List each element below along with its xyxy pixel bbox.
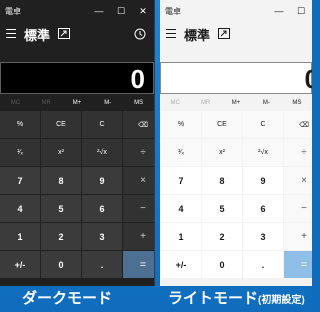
digit-8-key[interactable]: 8	[202, 167, 242, 194]
app-title: 電卓	[5, 7, 21, 16]
window-controls: — ☐ ✕	[88, 0, 154, 22]
title-bar: 電卓 — ☐	[160, 0, 312, 22]
decimal-key[interactable]: .	[82, 251, 122, 278]
negate-key[interactable]: +/-	[161, 251, 201, 278]
light-mode-label: ライトモード	[168, 290, 259, 307]
memory-row: MC MR M+ M- MS	[160, 96, 312, 110]
clear-entry-key[interactable]: CE	[41, 111, 81, 138]
memory-recall-button[interactable]: MR	[31, 96, 62, 110]
memory-clear-button[interactable]: MC	[160, 96, 190, 110]
square-root-key[interactable]: ²√x	[82, 139, 122, 166]
menu-icon[interactable]	[166, 29, 176, 38]
memory-recall-button[interactable]: MR	[190, 96, 220, 110]
display: 0	[0, 62, 154, 94]
digit-3-key[interactable]: 3	[243, 223, 283, 250]
digit-1-key[interactable]: 1	[0, 223, 40, 250]
square-root-key[interactable]: ²√x	[243, 139, 283, 166]
dark-mode-caption: ダークモード	[22, 287, 112, 311]
display-value: 0	[304, 64, 312, 94]
comparison-stage: 電卓 — ☐ ✕ 標準 0 MC MR M+ M- MS % CE C ⌫ ¹⁄…	[0, 0, 312, 312]
header: 標準	[160, 22, 312, 46]
window-controls: — ☐	[268, 0, 312, 22]
digit-7-key[interactable]: 7	[161, 167, 201, 194]
keypad: % CE C ⌫ ¹⁄ₓ x² ²√x ÷ 7 8 9 × 4 5 6 − 1 …	[161, 111, 312, 278]
calculator-light: 電卓 — ☐ 標準 0 MC MR M+ M- MS % CE C ⌫ ¹⁄ₓ	[160, 0, 312, 286]
square-key[interactable]: x²	[202, 139, 242, 166]
digit-9-key[interactable]: 9	[243, 167, 283, 194]
memory-store-button[interactable]: MS	[123, 96, 154, 110]
digit-3-key[interactable]: 3	[82, 223, 122, 250]
digit-4-key[interactable]: 4	[0, 195, 40, 222]
memory-store-button[interactable]: MS	[282, 96, 312, 110]
percent-key[interactable]: %	[161, 111, 201, 138]
equals-key[interactable]: =	[284, 251, 312, 278]
add-key[interactable]: +	[284, 223, 312, 250]
multiply-key[interactable]: ×	[284, 167, 312, 194]
backspace-key[interactable]: ⌫	[284, 111, 312, 138]
digit-6-key[interactable]: 6	[243, 195, 283, 222]
header: 標準	[0, 22, 154, 46]
backspace-key[interactable]: ⌫	[123, 111, 154, 138]
minimize-button[interactable]: —	[88, 0, 110, 22]
close-button[interactable]: ✕	[132, 0, 154, 22]
menu-icon[interactable]	[6, 29, 16, 38]
equals-key[interactable]: =	[123, 251, 154, 278]
minimize-button[interactable]: —	[268, 0, 290, 22]
digit-8-key[interactable]: 8	[41, 167, 81, 194]
decimal-key[interactable]: .	[243, 251, 283, 278]
square-key[interactable]: x²	[41, 139, 81, 166]
memory-subtract-button[interactable]: M-	[92, 96, 123, 110]
memory-subtract-button[interactable]: M-	[251, 96, 281, 110]
negate-key[interactable]: +/-	[0, 251, 40, 278]
divide-key[interactable]: ÷	[284, 139, 312, 166]
maximize-button[interactable]: ☐	[110, 0, 132, 22]
history-icon[interactable]	[134, 28, 146, 40]
mode-title: 標準	[184, 28, 211, 43]
memory-clear-button[interactable]: MC	[0, 96, 31, 110]
multiply-key[interactable]: ×	[123, 167, 154, 194]
app-title: 電卓	[165, 7, 181, 16]
reciprocal-key[interactable]: ¹⁄ₓ	[161, 139, 201, 166]
digit-9-key[interactable]: 9	[82, 167, 122, 194]
keep-on-top-icon[interactable]	[58, 28, 70, 39]
digit-5-key[interactable]: 5	[202, 195, 242, 222]
digit-6-key[interactable]: 6	[82, 195, 122, 222]
add-key[interactable]: +	[123, 223, 154, 250]
digit-5-key[interactable]: 5	[41, 195, 81, 222]
memory-add-button[interactable]: M+	[62, 96, 93, 110]
digit-2-key[interactable]: 2	[41, 223, 81, 250]
digit-0-key[interactable]: 0	[202, 251, 242, 278]
memory-add-button[interactable]: M+	[221, 96, 251, 110]
reciprocal-key[interactable]: ¹⁄ₓ	[0, 139, 40, 166]
digit-0-key[interactable]: 0	[41, 251, 81, 278]
digit-1-key[interactable]: 1	[161, 223, 201, 250]
subtract-key[interactable]: −	[284, 195, 312, 222]
keep-on-top-icon[interactable]	[218, 28, 230, 39]
digit-2-key[interactable]: 2	[202, 223, 242, 250]
percent-key[interactable]: %	[0, 111, 40, 138]
maximize-button[interactable]: ☐	[290, 0, 312, 22]
subtract-key[interactable]: −	[123, 195, 154, 222]
title-bar: 電卓 — ☐ ✕	[0, 0, 154, 22]
mode-title: 標準	[24, 28, 51, 43]
default-setting-note: (初期設定)	[258, 295, 305, 306]
dark-mode-label: ダークモード	[22, 290, 113, 307]
divide-key[interactable]: ÷	[123, 139, 154, 166]
keypad: % CE C ⌫ ¹⁄ₓ x² ²√x ÷ 7 8 9 × 4 5 6 − 1 …	[0, 111, 154, 278]
display: 0	[160, 62, 312, 94]
memory-row: MC MR M+ M- MS	[0, 96, 154, 110]
digit-7-key[interactable]: 7	[0, 167, 40, 194]
display-value: 0	[130, 64, 145, 94]
calculator-dark: 電卓 — ☐ ✕ 標準 0 MC MR M+ M- MS % CE C ⌫ ¹⁄…	[0, 0, 155, 286]
light-mode-caption: ライトモード(初期設定)	[168, 287, 305, 311]
clear-entry-key[interactable]: CE	[202, 111, 242, 138]
clear-key[interactable]: C	[243, 111, 283, 138]
digit-4-key[interactable]: 4	[161, 195, 201, 222]
clear-key[interactable]: C	[82, 111, 122, 138]
